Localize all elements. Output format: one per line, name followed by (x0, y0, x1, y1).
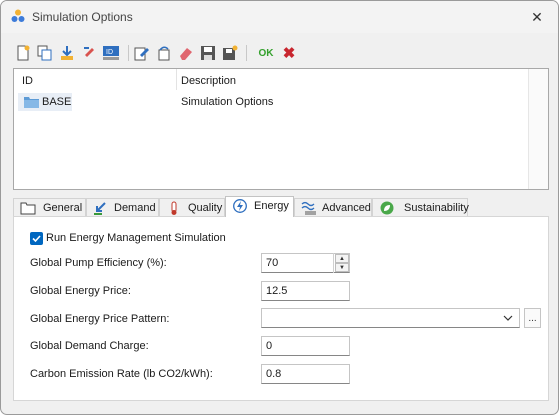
scenario-list[interactable]: ID Description BASE Simulation Options (13, 68, 549, 190)
rename-button[interactable] (79, 42, 99, 64)
save-as-button[interactable] (220, 42, 240, 64)
column-header-description[interactable]: Description (181, 75, 236, 87)
price-pattern-select[interactable] (261, 308, 520, 328)
run-energy-label[interactable]: Run Energy Management Simulation (46, 232, 226, 244)
energy-bolt-icon (233, 199, 247, 213)
copy-button[interactable] (35, 42, 55, 64)
leaf-icon (380, 201, 394, 215)
rename-icon (84, 47, 94, 57)
title-bar: Simulation Options ✕ (1, 1, 558, 33)
save-as-icon (223, 45, 238, 60)
new-icon (17, 45, 30, 61)
vertical-scrollbar[interactable] (528, 69, 548, 189)
energy-price-label: Global Energy Price: (30, 285, 131, 297)
run-energy-checkbox[interactable] (30, 232, 43, 245)
tab-strip: General Demand Quality Energy Advanced S… (13, 196, 549, 217)
tab-label: Quality (188, 202, 223, 214)
copy-icon (37, 45, 52, 61)
tab-sustainability[interactable]: Sustainability (372, 198, 469, 216)
toolbar-separator (128, 45, 129, 61)
cancel-button[interactable]: ✖ (279, 42, 299, 64)
chevron-down-icon (503, 315, 513, 321)
checkmark-icon (32, 235, 41, 243)
tab-label: Demand (114, 202, 156, 214)
svg-text:ID: ID (106, 49, 113, 56)
save-icon (201, 46, 215, 60)
close-button[interactable]: ✕ (526, 6, 548, 28)
carbon-rate-input[interactable]: 0.8 (261, 364, 350, 384)
undo-icon (158, 46, 170, 61)
price-pattern-label: Global Energy Price Pattern: (30, 313, 170, 325)
thermometer-icon (171, 201, 177, 215)
new-button[interactable] (13, 42, 33, 64)
undo-button[interactable] (154, 42, 174, 64)
energy-panel: Run Energy Management Simulation Global … (13, 216, 549, 401)
list-header: ID Description (14, 69, 528, 91)
tab-label: Energy (254, 200, 289, 212)
tab-general[interactable]: General (13, 198, 86, 216)
folder-icon (24, 97, 39, 108)
id-button[interactable]: ID (101, 42, 121, 64)
import-icon (61, 46, 73, 60)
column-divider (176, 69, 177, 90)
app-icon (11, 9, 25, 22)
id-icon: ID (103, 46, 119, 60)
folder-icon (20, 202, 36, 215)
window-title: Simulation Options (32, 10, 133, 24)
spin-up-button[interactable]: ▲ (335, 254, 349, 263)
row-description: Simulation Options (181, 96, 274, 108)
tab-advanced[interactable]: Advanced (294, 198, 372, 216)
list-row[interactable]: BASE Simulation Options (14, 93, 528, 111)
save-button[interactable] (198, 42, 218, 64)
browse-pattern-button[interactable]: ... (524, 308, 541, 328)
advanced-icon (301, 201, 316, 215)
demand-arrow-icon (94, 202, 106, 215)
tab-demand[interactable]: Demand (86, 198, 159, 216)
edit-icon (134, 47, 149, 61)
pump-efficiency-label: Global Pump Efficiency (%): (30, 257, 167, 269)
carbon-rate-label: Carbon Emission Rate (lb CO2/kWh): (30, 368, 213, 380)
eraser-button[interactable] (176, 42, 196, 64)
edit-button[interactable] (132, 42, 152, 64)
row-id: BASE (42, 96, 72, 108)
energy-price-input[interactable]: 12.5 (261, 281, 350, 301)
tab-label: Advanced (322, 202, 371, 214)
row-id-cell[interactable]: BASE (18, 93, 72, 111)
tab-quality[interactable]: Quality (159, 198, 225, 216)
import-button[interactable] (57, 42, 77, 64)
eraser-icon (180, 48, 192, 60)
demand-charge-input[interactable]: 0 (261, 336, 350, 356)
demand-charge-label: Global Demand Charge: (30, 340, 149, 352)
spin-down-button[interactable]: ▼ (335, 263, 349, 272)
simulation-options-window: Simulation Options ✕ ID OK ✖ ID Descript… (0, 0, 559, 415)
ok-button[interactable]: OK (256, 42, 276, 64)
tab-energy[interactable]: Energy (225, 196, 294, 217)
tab-label: Sustainability (404, 202, 469, 214)
pump-efficiency-spinner[interactable]: ▲ ▼ (333, 253, 350, 273)
toolbar-separator (246, 45, 247, 61)
column-header-id[interactable]: ID (22, 75, 33, 87)
tab-label: General (43, 202, 83, 214)
